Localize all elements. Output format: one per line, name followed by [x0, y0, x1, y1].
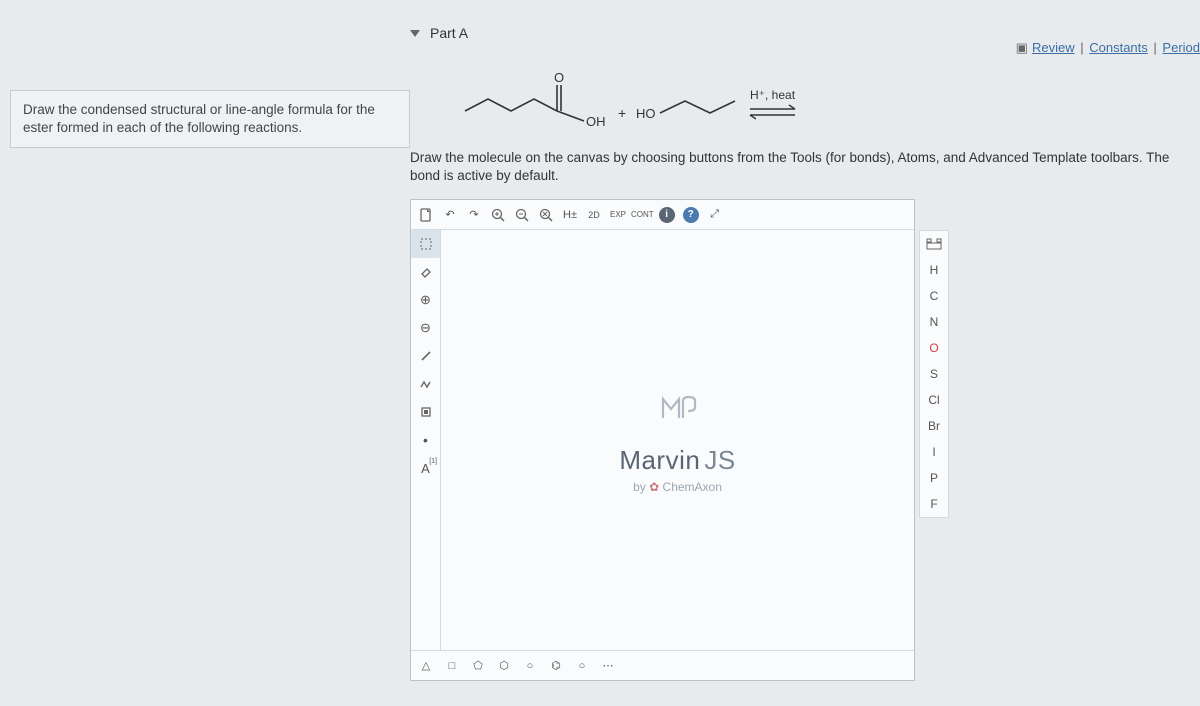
svg-text:O: O [554, 70, 564, 85]
charge-minus-tool[interactable]: ⊖ [411, 314, 440, 342]
exp-button[interactable]: EXP [607, 204, 629, 226]
draw-instruction: Draw the molecule on the canvas by choos… [410, 149, 1200, 185]
top-links: ▣Review | Constants | Period [1016, 40, 1200, 56]
marvin-brand: MarvinJS [619, 445, 735, 476]
ring-square[interactable]: □ [441, 655, 463, 677]
annotation-tool[interactable]: A[1] [411, 454, 440, 482]
collapse-icon [410, 30, 420, 37]
svg-text:H⁺, heat: H⁺, heat [750, 88, 796, 102]
template-tool[interactable] [411, 398, 440, 426]
ring-pentagon[interactable]: ⬠ [467, 655, 489, 677]
svg-text:HO: HO [636, 106, 656, 121]
ring-benzene[interactable]: ⌬ [545, 655, 567, 677]
ring-triangle[interactable]: △ [415, 655, 437, 677]
drawing-canvas[interactable]: MarvinJS by ✿ ChemAxon [441, 230, 914, 650]
atom-br[interactable]: Br [920, 413, 948, 439]
marvin-logo-icon [655, 387, 701, 437]
bond-tool[interactable] [411, 342, 440, 370]
svg-text:+: + [618, 105, 626, 121]
ring-heptagon[interactable]: ○ [519, 655, 541, 677]
zoom-in-button[interactable] [487, 204, 509, 226]
eraser-tool[interactable] [411, 258, 440, 286]
redo-button[interactable]: ↷ [463, 204, 485, 226]
atom-cl[interactable]: Cl [920, 387, 948, 413]
zoom-reset-button[interactable] [535, 204, 557, 226]
fullscreen-button[interactable]: ⤢ [704, 204, 726, 226]
atom-c[interactable]: C [920, 283, 948, 309]
constants-link[interactable]: Constants [1089, 40, 1148, 55]
view-2d-button[interactable]: 2D [583, 204, 605, 226]
editor-bottom-toolbar: △ □ ⬠ ⬡ ○ ⌬ ○ ⋯ [411, 650, 914, 680]
reaction-scheme: O OH + HO H⁺, heat [450, 71, 1200, 131]
marvin-byline: by ✿ ChemAxon [633, 480, 722, 494]
hydrogen-button[interactable]: H± [559, 204, 581, 226]
marvin-editor: ↶ ↷ H± 2D EXP CONT i ? ⤢ [410, 199, 915, 681]
atom-h[interactable]: H [920, 257, 948, 283]
ring-cyclo[interactable]: ○ [571, 655, 593, 677]
zoom-out-button[interactable] [511, 204, 533, 226]
periodic-table-button[interactable] [920, 231, 948, 257]
atom-o[interactable]: O [920, 335, 948, 361]
chain-tool[interactable] [411, 370, 440, 398]
new-button[interactable] [415, 204, 437, 226]
atom-f[interactable]: F [920, 491, 948, 517]
part-header[interactable]: Part A [410, 25, 1200, 41]
select-tool[interactable] [411, 230, 440, 258]
help-button[interactable]: ? [680, 204, 702, 226]
editor-left-toolbar: ⊕ ⊖ • A[1] [411, 230, 441, 650]
periodic-link[interactable]: Period [1162, 40, 1200, 55]
radical-tool[interactable]: • [411, 426, 440, 454]
svg-text:OH: OH [586, 114, 606, 129]
cont-button[interactable]: CONT [631, 204, 654, 226]
editor-atom-toolbar: H C N O S Cl Br I P F [919, 230, 949, 518]
ring-custom[interactable]: ⋯ [597, 655, 619, 677]
atom-i[interactable]: I [920, 439, 948, 465]
part-label: Part A [430, 25, 468, 41]
atom-p[interactable]: P [920, 465, 948, 491]
review-icon: ▣ [1016, 40, 1028, 55]
ring-hexagon[interactable]: ⬡ [493, 655, 515, 677]
editor-top-toolbar: ↶ ↷ H± 2D EXP CONT i ? ⤢ [411, 200, 914, 230]
atom-s[interactable]: S [920, 361, 948, 387]
info-button[interactable]: i [656, 204, 678, 226]
atom-n[interactable]: N [920, 309, 948, 335]
question-instruction: Draw the condensed structural or line-an… [10, 90, 410, 148]
review-link[interactable]: Review [1032, 40, 1075, 55]
undo-button[interactable]: ↶ [439, 204, 461, 226]
charge-plus-tool[interactable]: ⊕ [411, 286, 440, 314]
chemaxon-icon: ✿ [649, 480, 659, 494]
